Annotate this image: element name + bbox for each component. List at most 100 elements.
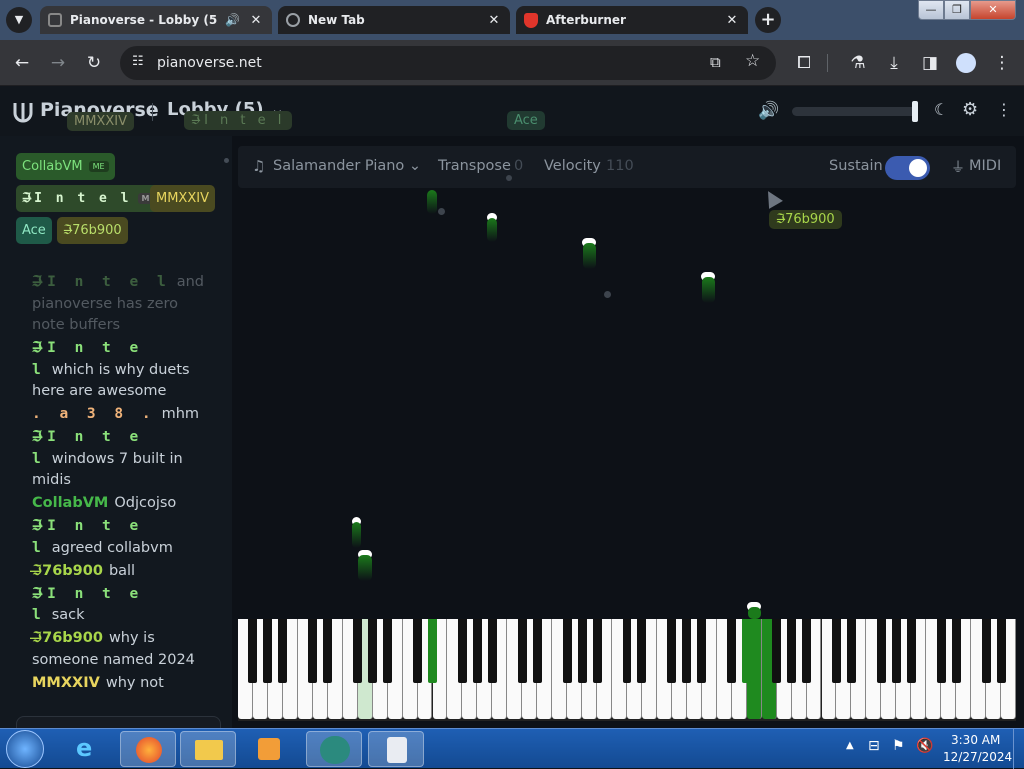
black-key[interactable] (951, 619, 961, 683)
start-button[interactable] (6, 730, 44, 768)
close-icon[interactable]: ✕ (724, 13, 740, 28)
address-bar[interactable]: ☷ pianoverse.net ⧉ ☆ (120, 46, 776, 80)
chat-nick[interactable]: ℑ̶I n t e l (32, 586, 143, 624)
user-badge[interactable]: CollabVM ME (16, 153, 115, 180)
forward-arrow-icon[interactable]: → (46, 51, 70, 75)
download-icon[interactable]: ⤓ (882, 51, 906, 75)
user-badge[interactable]: ℑ̶76b900 (57, 217, 128, 244)
black-key[interactable] (472, 619, 482, 683)
midi-button[interactable]: MIDI (969, 158, 1001, 174)
chat-nick[interactable]: ℑ̶76b900 (32, 563, 103, 579)
collabvm-app-icon[interactable] (306, 731, 362, 767)
black-key[interactable] (323, 619, 333, 683)
firefox-icon[interactable] (120, 731, 176, 767)
chat-nick[interactable]: MMXXIV (32, 675, 100, 691)
bookmark-star-icon[interactable]: ☆ (745, 51, 760, 71)
chat-nick[interactable]: ℑ̶I n t e l (32, 274, 171, 290)
window-close-button[interactable]: ✕ (970, 0, 1016, 20)
back-arrow-icon[interactable]: ← (10, 51, 34, 75)
tab-search-button[interactable]: ▼ (6, 7, 32, 33)
extensions-puzzle-icon[interactable]: ⧠ (792, 51, 816, 75)
black-key[interactable] (742, 619, 752, 683)
tab-afterburner[interactable]: Afterburner ✕ (516, 6, 748, 34)
black-key[interactable] (787, 619, 797, 683)
black-key[interactable] (622, 619, 632, 683)
volume-slider-handle[interactable] (912, 101, 918, 122)
tab-new-tab[interactable]: New Tab ✕ (278, 6, 510, 34)
user-badge[interactable]: MMXXIV (150, 185, 215, 212)
black-key[interactable] (667, 619, 677, 683)
user-badge[interactable]: Ace (16, 217, 52, 244)
more-menu-icon[interactable]: ⋮ (996, 100, 1012, 119)
settings-gear-icon[interactable]: ⚙ (962, 99, 978, 120)
piano-keyboard[interactable] (238, 619, 1016, 721)
velocity-value[interactable]: 110 (606, 158, 634, 174)
black-key[interactable] (517, 619, 527, 683)
chat-nick[interactable]: CollabVM (32, 495, 108, 511)
black-key[interactable] (532, 619, 542, 683)
clock-date[interactable]: 12/27/2024 (943, 750, 1012, 764)
black-key[interactable] (637, 619, 647, 683)
maximize-button[interactable]: ❐ (944, 0, 970, 20)
network-icon[interactable]: ⊟ (868, 738, 880, 754)
volume-slider[interactable] (792, 101, 918, 122)
midi-plug-icon[interactable]: ⏚ (951, 157, 965, 177)
file-explorer-icon[interactable] (180, 731, 236, 767)
reload-icon[interactable]: ↻ (82, 51, 106, 75)
black-key[interactable] (727, 619, 737, 683)
sustain-toggle[interactable] (885, 156, 930, 180)
minimize-button[interactable]: — (918, 0, 944, 20)
side-panel-icon[interactable]: ◨ (918, 51, 942, 75)
black-key[interactable] (428, 619, 437, 683)
black-key[interactable] (487, 619, 497, 683)
black-key[interactable] (802, 619, 812, 683)
site-info-icon[interactable]: ☷ (132, 54, 144, 69)
volume-icon[interactable]: 🔊 (758, 101, 779, 121)
close-icon[interactable]: ✕ (486, 13, 502, 28)
clock-time[interactable]: 3:30 AM (951, 733, 1000, 747)
black-key[interactable] (577, 619, 587, 683)
media-player-icon[interactable] (240, 731, 296, 767)
black-key[interactable] (831, 619, 841, 683)
black-key[interactable] (846, 619, 856, 683)
new-tab-button[interactable]: + (755, 7, 781, 33)
transpose-value[interactable]: 0 (514, 158, 523, 174)
instrument-selector[interactable]: Salamander Piano ⌄ (273, 158, 421, 174)
black-key[interactable] (278, 619, 288, 683)
audio-playing-icon[interactable]: 🔊 (225, 13, 240, 27)
action-center-flag-icon[interactable]: ⚑ (892, 738, 905, 754)
black-key[interactable] (697, 619, 707, 683)
tab-pianoverse[interactable]: Pianoverse - Lobby (5) 🔊 ✕ (40, 6, 272, 34)
install-app-icon[interactable]: ⧉ (710, 53, 721, 71)
chat-nick[interactable]: . a 3 8 . (32, 406, 156, 422)
black-key[interactable] (981, 619, 991, 683)
black-key[interactable] (891, 619, 901, 683)
volume-muted-icon[interactable]: 🔇 (916, 738, 933, 754)
chat-nick[interactable]: ℑ̶76b900 (32, 630, 103, 646)
black-key[interactable] (368, 619, 378, 683)
labs-flask-icon[interactable]: ⚗ (846, 51, 870, 75)
black-key[interactable] (413, 619, 423, 683)
black-key[interactable] (353, 619, 363, 683)
black-key[interactable] (457, 619, 467, 683)
black-key[interactable] (248, 619, 258, 683)
close-icon[interactable]: ✕ (248, 13, 264, 28)
profile-avatar[interactable] (956, 53, 976, 73)
black-key[interactable] (592, 619, 602, 683)
black-key[interactable] (876, 619, 886, 683)
black-key[interactable] (383, 619, 393, 683)
black-key[interactable] (562, 619, 572, 683)
dark-mode-moon-icon[interactable]: ☾ (934, 100, 948, 119)
chrome-menu-icon[interactable]: ⋮ (990, 51, 1014, 75)
black-key[interactable] (772, 619, 782, 683)
black-key[interactable] (682, 619, 692, 683)
black-key[interactable] (263, 619, 273, 683)
show-desktop-button[interactable] (1013, 729, 1024, 769)
black-key[interactable] (906, 619, 916, 683)
black-key[interactable] (308, 619, 318, 683)
show-hidden-icons-icon[interactable]: ▲ (846, 740, 854, 751)
black-key[interactable] (996, 619, 1006, 683)
java-icon[interactable] (368, 731, 424, 767)
internet-explorer-icon[interactable]: e (60, 731, 116, 767)
black-key[interactable] (936, 619, 946, 683)
